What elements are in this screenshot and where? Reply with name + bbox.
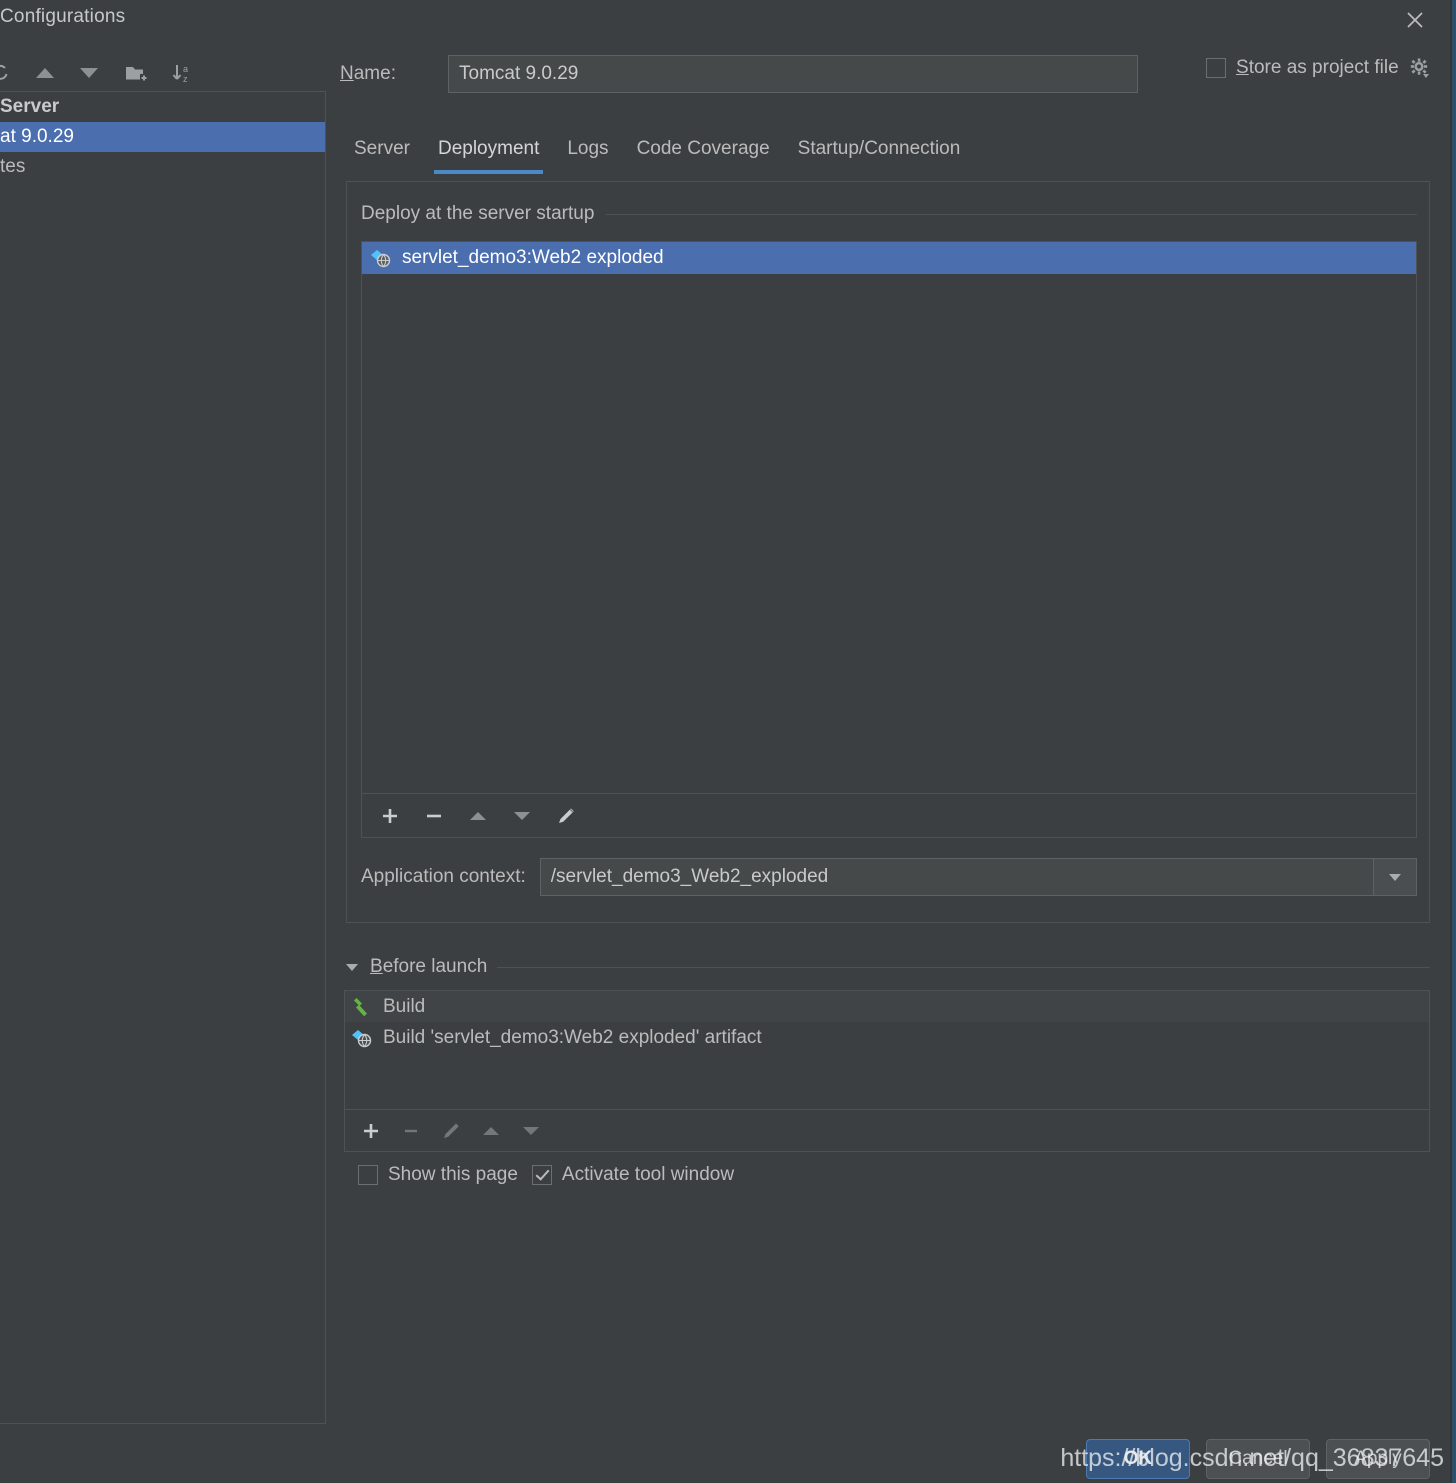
new-folder-icon[interactable]: [118, 56, 156, 90]
store-label-mnemonic: S: [1236, 57, 1249, 78]
list-item-label: servlet_demo3:Web2 exploded: [402, 247, 664, 268]
before-launch-separator: [497, 966, 1430, 968]
task-move-up-button[interactable]: [471, 1114, 511, 1148]
gear-icon[interactable]: [1409, 57, 1431, 79]
add-button[interactable]: [370, 799, 410, 833]
show-this-page-label: Show this page: [388, 1164, 518, 1185]
application-context-row: Application context:: [361, 857, 1417, 897]
list-item[interactable]: Build: [345, 991, 1429, 1022]
task-move-down-button[interactable]: [511, 1114, 551, 1148]
copy-configuration-icon[interactable]: [0, 56, 12, 90]
list-item-label: Build 'servlet_demo3:Web2 exploded' arti…: [383, 1026, 762, 1048]
svg-text:a: a: [183, 64, 188, 74]
name-row: Name: Store as project file: [340, 55, 1440, 93]
tab-code-coverage[interactable]: Code Coverage: [623, 134, 784, 174]
apply-button[interactable]: Apply: [1326, 1439, 1430, 1479]
name-label: Name:: [340, 63, 396, 85]
chevron-down-icon[interactable]: [1373, 859, 1416, 895]
store-as-project-file-group[interactable]: Store as project file: [1206, 57, 1431, 79]
tree-item-templates[interactable]: tes: [0, 152, 325, 182]
ok-button[interactable]: OK: [1086, 1439, 1190, 1479]
configurations-tree[interactable]: Server at 9.0.29 tes: [0, 91, 326, 1424]
list-item[interactable]: servlet_demo3:Web2 exploded: [362, 242, 1416, 274]
move-down-icon[interactable]: [70, 56, 108, 90]
store-label-rest: tore as project file: [1248, 57, 1399, 78]
run-debug-configurations-dialog: Configurations a z Server at 9.0.29 tes …: [0, 0, 1456, 1483]
remove-button[interactable]: [414, 799, 454, 833]
before-launch-toolbar: [344, 1110, 1430, 1152]
edit-button[interactable]: [546, 799, 586, 833]
tree-item-tomcat[interactable]: at 9.0.29: [0, 122, 325, 152]
deployment-list-toolbar: [361, 794, 1417, 838]
sort-alphabetically-icon[interactable]: a z: [164, 56, 202, 90]
activate-tool-window-group[interactable]: Activate tool window: [531, 1164, 735, 1186]
build-hammer-icon: [351, 996, 373, 1018]
deploy-group-header: Deploy at the server startup: [361, 202, 1417, 226]
activate-tool-window-checkbox[interactable]: [531, 1165, 552, 1185]
dialog-title: Configurations: [0, 6, 126, 27]
name-label-mnemonic: N: [340, 63, 354, 84]
tab-logs[interactable]: Logs: [553, 134, 622, 174]
deploy-group-separator: [606, 213, 1417, 215]
show-this-page-group[interactable]: Show this page: [358, 1164, 518, 1186]
window-edge-accent: [1452, 0, 1456, 1483]
move-up-button[interactable]: [458, 799, 498, 833]
list-item-label: Build: [383, 995, 426, 1017]
name-input[interactable]: [448, 55, 1138, 93]
tab-startup-connection[interactable]: Startup/Connection: [784, 134, 975, 174]
show-this-page-checkbox[interactable]: [358, 1165, 378, 1185]
application-context-label: Application context:: [361, 866, 526, 887]
edit-task-button[interactable]: [431, 1114, 471, 1148]
before-launch-list[interactable]: Build Build 'servlet_demo3:Web2 exploded…: [344, 990, 1430, 1110]
application-context-combobox[interactable]: [539, 858, 1417, 896]
before-launch-title: Before launch: [370, 956, 487, 978]
move-down-button[interactable]: [502, 799, 542, 833]
configurations-sidebar: a z Server at 9.0.29 tes: [0, 46, 326, 1424]
sidebar-toolbar: a z: [0, 52, 326, 94]
store-as-project-file-label: Store as project file: [1236, 57, 1399, 79]
application-context-input[interactable]: [540, 859, 1373, 895]
store-as-project-file-checkbox[interactable]: [1206, 58, 1226, 78]
dialog-buttons: OK Cancel Apply: [1086, 1439, 1430, 1479]
before-launch-mnemonic: B: [370, 956, 383, 977]
tree-group-server[interactable]: Server: [0, 92, 325, 122]
tab-deployment[interactable]: Deployment: [424, 134, 553, 174]
tab-server[interactable]: Server: [340, 134, 424, 174]
before-launch-title-rest: efore launch: [382, 956, 488, 977]
deployment-panel: Deploy at the server startup servlet_dem…: [346, 181, 1430, 923]
artifact-icon: [370, 248, 392, 268]
cancel-button[interactable]: Cancel: [1206, 1439, 1310, 1479]
collapse-toggle-icon[interactable]: [344, 961, 360, 973]
artifact-icon: [351, 1028, 373, 1048]
svg-text:z: z: [183, 74, 188, 84]
add-task-button[interactable]: [351, 1114, 391, 1148]
configuration-editor-panel: Name: Store as project file: [326, 0, 1452, 1483]
remove-task-button[interactable]: [391, 1114, 431, 1148]
name-label-rest: ame:: [353, 63, 396, 84]
list-item[interactable]: Build 'servlet_demo3:Web2 exploded' arti…: [345, 1022, 1429, 1053]
move-up-icon[interactable]: [26, 56, 64, 90]
configuration-tabs[interactable]: Server Deployment Logs Code Coverage Sta…: [340, 134, 1440, 180]
deployment-list[interactable]: servlet_demo3:Web2 exploded: [361, 241, 1417, 794]
before-launch-header: Before launch: [344, 953, 1430, 981]
deploy-group-label: Deploy at the server startup: [361, 203, 595, 224]
activate-tool-window-label: Activate tool window: [561, 1164, 735, 1185]
before-launch-options: Show this page Activate tool window: [358, 1160, 734, 1190]
